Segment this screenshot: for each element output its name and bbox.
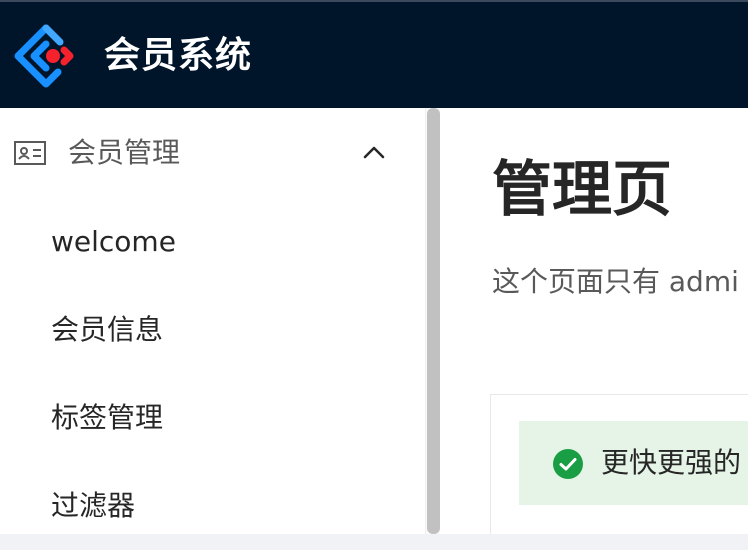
sidebar-scrollbar[interactable] xyxy=(425,108,440,534)
check-circle-icon xyxy=(553,449,583,479)
submenu-title: 会员管理 xyxy=(68,136,181,169)
page-description: 这个页面只有 admi xyxy=(492,265,739,298)
page-title: 管理页 xyxy=(492,155,672,225)
sidebar-item-tag-management[interactable]: 标签管理 xyxy=(0,374,425,462)
content-card: 更快更强的 xyxy=(490,394,748,534)
sidebar-item-label: welcome xyxy=(51,225,176,258)
scrollbar-thumb[interactable] xyxy=(427,108,440,534)
idcard-icon xyxy=(14,141,46,165)
sidebar: 会员管理 welcome 会员信息 标签管理 过滤器 xyxy=(0,108,425,534)
main-content: 管理页 这个页面只有 admi 更快更强的 xyxy=(440,108,748,534)
chevron-up-icon xyxy=(363,146,385,159)
sidebar-item-member-info[interactable]: 会员信息 xyxy=(0,286,425,374)
sidebar-item-label: 过滤器 xyxy=(51,489,136,522)
sidebar-item-label: 会员信息 xyxy=(51,313,164,346)
sidebar-item-filter[interactable]: 过滤器 xyxy=(0,462,425,550)
ant-design-logo-icon[interactable] xyxy=(14,24,78,88)
sidebar-item-label: 标签管理 xyxy=(51,401,164,434)
sidebar-item-welcome[interactable]: welcome xyxy=(0,198,425,286)
app-header: 会员系统 xyxy=(0,0,748,108)
alert-message: 更快更强的 xyxy=(601,446,742,479)
success-alert: 更快更强的 xyxy=(519,421,748,505)
app-title: 会员系统 xyxy=(104,35,253,76)
submenu-member-management[interactable]: 会员管理 xyxy=(0,108,425,198)
